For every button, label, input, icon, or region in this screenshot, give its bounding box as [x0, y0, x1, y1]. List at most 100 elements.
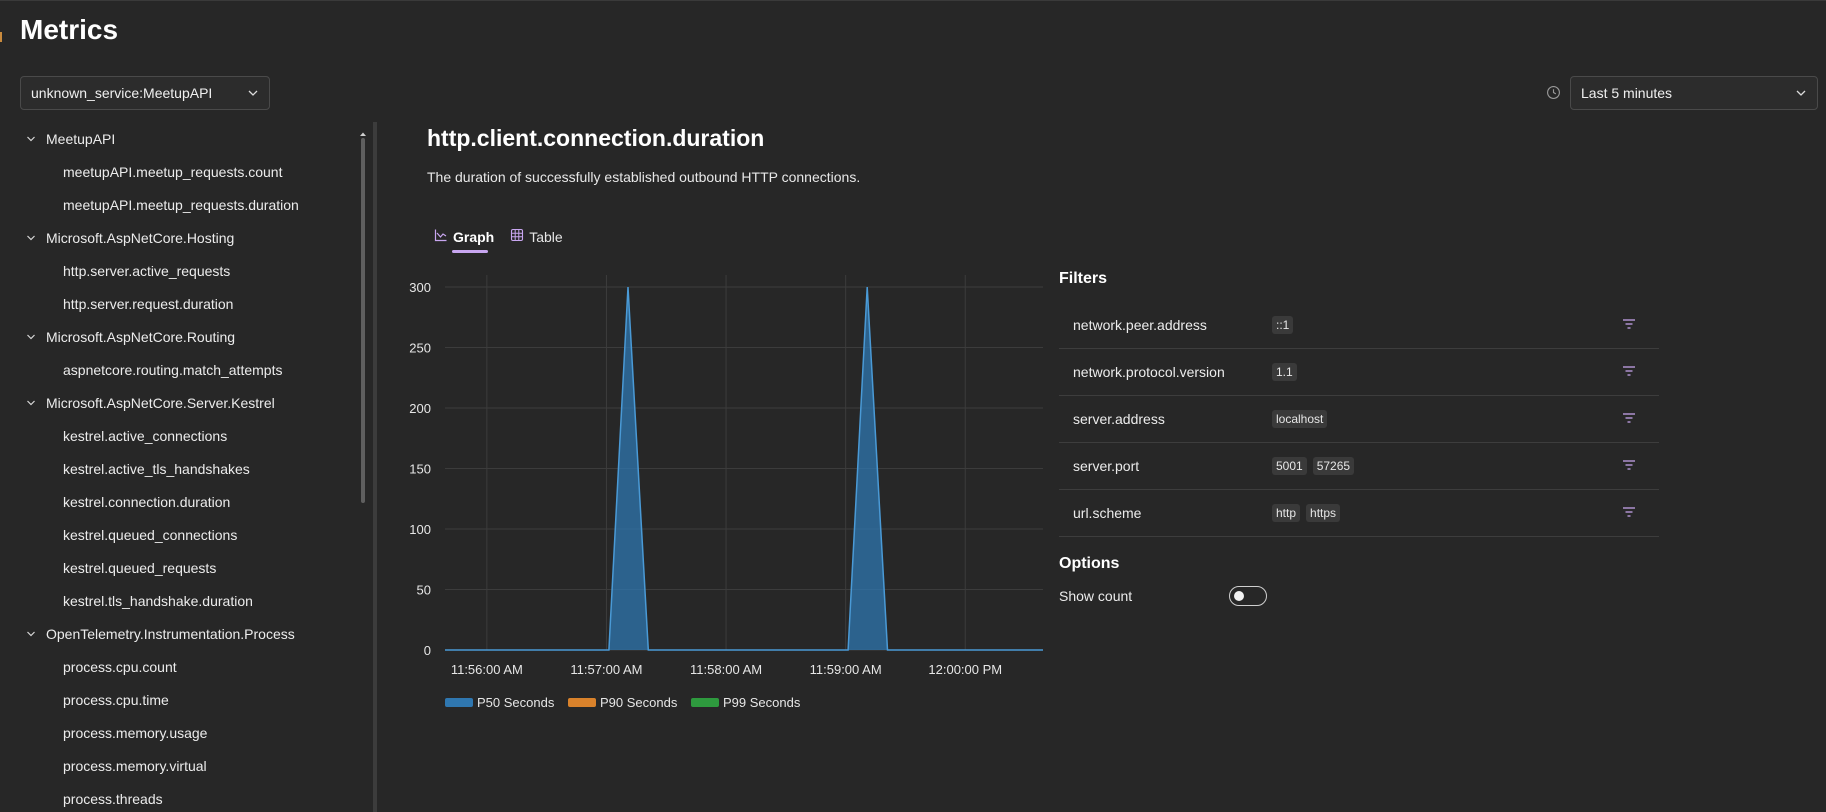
x-tick-label: 11:58:00 AM: [690, 662, 762, 677]
filter-row: url.scheme http https: [1059, 490, 1659, 537]
legend-swatch: [445, 698, 473, 707]
y-tick-label: 300: [409, 280, 431, 295]
duration-chart: 0 50 100 150 200 250 300 11:56:00 AM 11:57:00 AM…: [409, 275, 1043, 710]
table-icon: [510, 228, 524, 245]
tree-item[interactable]: kestrel.tls_handshake.duration: [10, 584, 362, 617]
tree-item[interactable]: process.cpu.count: [10, 650, 362, 683]
tab-graph[interactable]: Graph: [434, 228, 494, 253]
chart-icon: [434, 228, 448, 245]
chevron-down-icon: [24, 396, 38, 410]
service-select-value: unknown_service:MeetupAPI: [31, 85, 213, 101]
filter-values: 5001 57265: [1272, 457, 1355, 475]
tree-group[interactable]: Microsoft.AspNetCore.Hosting: [10, 221, 362, 254]
view-tabs: Graph Table: [434, 228, 563, 253]
filter-values: 1.1: [1272, 363, 1297, 381]
tree-item-label: process.threads: [63, 790, 163, 807]
time-range-select[interactable]: Last 5 minutes: [1570, 76, 1818, 110]
tree-item[interactable]: aspnetcore.routing.match_attempts: [10, 353, 362, 386]
window-edge-marker: [0, 32, 2, 42]
filter-name: network.protocol.version: [1073, 364, 1225, 380]
x-tick-label: 11:59:00 AM: [810, 662, 882, 677]
tree-item-label: kestrel.tls_handshake.duration: [63, 592, 253, 609]
metric-title: http.client.connection.duration: [427, 125, 765, 151]
metrics-tree: MeetupAPI meetupAPI.meetup_requests.count…: [10, 122, 362, 812]
tree-item[interactable]: meetupAPI.meetup_requests.count: [10, 155, 362, 188]
service-select[interactable]: unknown_service:MeetupAPI: [20, 76, 270, 110]
filter-value-chip: ::1: [1272, 316, 1294, 334]
tree-item[interactable]: http.server.active_requests: [10, 254, 362, 287]
tree-group-label: MeetupAPI: [46, 130, 116, 147]
tree-item[interactable]: meetupAPI.meetup_requests.duration: [10, 188, 362, 221]
tree-item-label: http.server.active_requests: [63, 262, 231, 279]
tree-item-label: process.cpu.time: [63, 691, 169, 708]
chevron-down-icon: [24, 132, 38, 146]
filter-name: server.address: [1073, 411, 1165, 427]
legend-label: P90 Seconds: [600, 695, 678, 710]
y-tick-label: 0: [424, 643, 431, 658]
filter-value-chip: 5001: [1272, 457, 1307, 475]
sidebar-scroll-thumb[interactable]: [361, 138, 365, 503]
tree-item[interactable]: http.server.request.duration: [10, 287, 362, 320]
tree-group-label: Microsoft.AspNetCore.Server.Kestrel: [46, 394, 275, 411]
tree-item-label: meetupAPI.meetup_requests.count: [63, 163, 283, 180]
filter-row: server.address localhost: [1059, 396, 1659, 443]
tree-item[interactable]: process.threads: [10, 782, 362, 812]
show-count-toggle[interactable]: [1229, 586, 1267, 606]
filter-name: server.port: [1073, 458, 1140, 474]
y-tick-label: 100: [409, 522, 431, 537]
tree-item[interactable]: kestrel.queued_connections: [10, 518, 362, 551]
tree-item[interactable]: kestrel.active_connections: [10, 419, 362, 452]
filter-icon[interactable]: [1622, 364, 1636, 382]
tree-item-label: kestrel.connection.duration: [63, 493, 231, 510]
tree-item[interactable]: process.memory.virtual: [10, 749, 362, 782]
tree-item[interactable]: kestrel.queued_requests: [10, 551, 362, 584]
filter-values: localhost: [1272, 410, 1328, 428]
clock-icon: [1546, 85, 1561, 105]
filters-table: network.peer.address::1network.protocol.…: [1059, 302, 1659, 537]
filter-icon[interactable]: [1622, 458, 1636, 476]
filter-icon[interactable]: [1622, 317, 1636, 335]
filter-icon[interactable]: [1622, 411, 1636, 429]
tree-item[interactable]: process.memory.usage: [10, 716, 362, 749]
filter-value-chip: 1.1: [1272, 363, 1297, 381]
tree-group-label: OpenTelemetry.Instrumentation.Process: [46, 625, 295, 642]
filter-row: network.peer.address::1: [1059, 302, 1659, 349]
filter-icon[interactable]: [1622, 505, 1636, 523]
y-tick-label: 150: [409, 462, 431, 477]
tree-item[interactable]: kestrel.connection.duration: [10, 485, 362, 518]
options-heading: Options: [1059, 555, 1120, 572]
tree-group[interactable]: MeetupAPI: [10, 122, 362, 155]
filters-heading: Filters: [1059, 270, 1108, 287]
tree-group[interactable]: Microsoft.AspNetCore.Routing: [10, 320, 362, 353]
tab-table-label: Table: [529, 228, 563, 245]
tree-item-label: kestrel.queued_requests: [63, 559, 217, 576]
filter-value-chip: http: [1272, 504, 1301, 522]
tree-group-label: Microsoft.AspNetCore.Routing: [46, 328, 236, 345]
tree-group[interactable]: OpenTelemetry.Instrumentation.Process: [10, 617, 362, 650]
tree-item-label: http.server.request.duration: [63, 295, 234, 312]
filter-value-chip: https: [1306, 504, 1341, 522]
x-tick-label: 11:56:00 AM: [451, 662, 523, 677]
tree-item-label: kestrel.active_tls_handshakes: [63, 460, 250, 477]
filter-name: network.peer.address: [1073, 317, 1207, 333]
tree-item[interactable]: process.cpu.time: [10, 683, 362, 716]
y-tick-label: 200: [409, 401, 431, 416]
show-count-label: Show count: [1059, 588, 1133, 604]
x-tick-label: 11:57:00 AM: [570, 662, 642, 677]
chevron-down-icon: [1795, 87, 1807, 99]
tree-group[interactable]: Microsoft.AspNetCore.Server.Kestrel: [10, 386, 362, 419]
filter-value-chip: 57265: [1312, 457, 1355, 475]
metrics-tree-list: MeetupAPI meetupAPI.meetup_requests.count…: [10, 122, 362, 812]
panel-splitter[interactable]: [373, 122, 377, 812]
tree-item[interactable]: kestrel.active_tls_handshakes: [10, 452, 362, 485]
chevron-down-icon: [247, 87, 259, 99]
tree-item-label: meetupAPI.meetup_requests.duration: [63, 196, 299, 213]
x-tick-label: 12:00:00 PM: [928, 662, 1002, 677]
page-title: Metrics: [20, 14, 119, 45]
filter-value-chip: localhost: [1272, 410, 1328, 428]
tab-table[interactable]: Table: [510, 228, 563, 251]
legend-swatch: [568, 698, 596, 707]
y-tick-label: 250: [409, 341, 431, 356]
filter-row: server.port 5001 57265: [1059, 443, 1659, 490]
window-top-border: [0, 0, 1826, 1]
